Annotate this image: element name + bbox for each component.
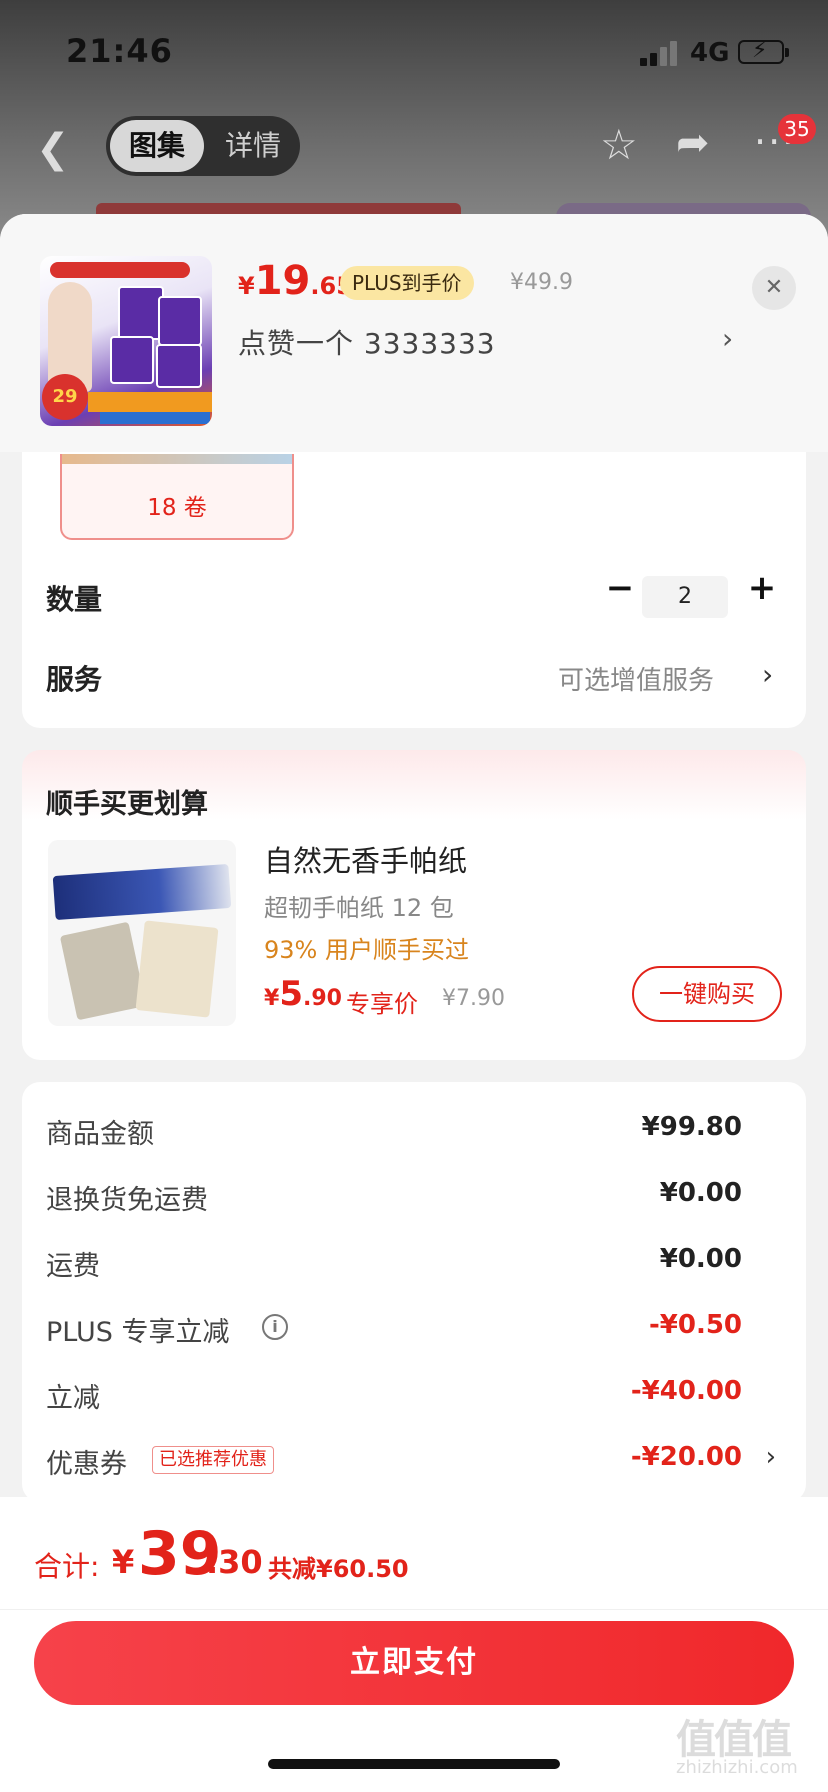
share-icon[interactable]: ➦ bbox=[676, 120, 710, 166]
tab-gallery[interactable]: 图集 bbox=[110, 120, 204, 172]
service-label: 服务 bbox=[46, 663, 103, 696]
one-click-buy-button[interactable]: 一键购买 bbox=[632, 966, 782, 1022]
total-amount-dec: .30 bbox=[206, 1543, 263, 1581]
product-header: 29 ¥19.65 PLUS到手价 ¥49.9 点赞一个 3333333 › ✕ bbox=[0, 214, 828, 452]
close-icon[interactable]: ✕ bbox=[752, 266, 796, 310]
summary-row: 退换货免运费 ¥0.00 bbox=[46, 1178, 742, 1216]
product-price: ¥19.65 bbox=[238, 258, 353, 304]
spec-option-selected[interactable]: 18 卷 bbox=[60, 454, 294, 540]
chevron-right-icon[interactable]: › bbox=[722, 322, 733, 355]
bundle-product-name[interactable]: 自然无香手帕纸 bbox=[264, 838, 467, 880]
status-bar: 21:46 4G ⚡ bbox=[0, 0, 828, 100]
bundle-original-price: ¥7.90 bbox=[442, 986, 505, 1011]
total-currency: ¥ bbox=[112, 1543, 135, 1581]
bundle-card: 顺手买更划算 自然无香手帕纸 超韧手帕纸 12 包 93% 用户顺手买过 ¥5.… bbox=[22, 750, 806, 1060]
total-saving: 共减¥60.50 bbox=[268, 1555, 409, 1583]
summary-row: PLUS 专享立减 i -¥0.50 bbox=[46, 1310, 742, 1348]
chevron-right-icon[interactable]: › bbox=[762, 658, 773, 691]
view-switch: 图集 详情 bbox=[106, 116, 300, 176]
price-summary-card: 商品金额 ¥99.80 退换货免运费 ¥0.00 运费 ¥0.00 PLUS 专… bbox=[22, 1082, 806, 1502]
home-indicator bbox=[268, 1759, 560, 1769]
message-count-badge: 35 bbox=[778, 114, 816, 144]
minus-icon[interactable]: − bbox=[598, 566, 642, 610]
watermark: 值值值 zhizhizhi.com bbox=[676, 1717, 798, 1778]
bundle-product-image[interactable] bbox=[48, 840, 236, 1026]
back-icon[interactable]: ❮ bbox=[36, 126, 70, 172]
summary-row: 商品金额 ¥99.80 bbox=[46, 1112, 742, 1150]
chevron-right-icon[interactable]: › bbox=[766, 1442, 776, 1472]
quantity-input[interactable]: 2 bbox=[642, 576, 728, 618]
product-nav-bar: ❮ 图集 详情 ☆ ➦ ··· 35 bbox=[0, 112, 828, 182]
plus-price-badge: PLUS到手价 bbox=[340, 266, 474, 300]
total-label: 合计: bbox=[34, 1550, 100, 1583]
product-thumbnail: 29 bbox=[40, 256, 212, 426]
tab-details[interactable]: 详情 bbox=[210, 120, 296, 172]
signal-icon bbox=[640, 40, 680, 66]
pay-now-button[interactable]: 立即支付 bbox=[34, 1621, 794, 1705]
network-label: 4G bbox=[690, 38, 730, 68]
original-price: ¥49.9 bbox=[510, 270, 573, 295]
star-icon[interactable]: ☆ bbox=[600, 120, 638, 169]
plus-icon[interactable]: + bbox=[740, 566, 784, 610]
quantity-label: 数量 bbox=[46, 583, 103, 616]
checkout-bar: 合计: ¥ 39 .30 共减¥60.50 立即支付 值值值 zhizhizhi… bbox=[0, 1497, 828, 1792]
summary-row: 立减 -¥40.00 bbox=[46, 1376, 742, 1414]
service-value[interactable]: 可选增值服务 bbox=[558, 660, 714, 697]
status-time: 21:46 bbox=[66, 32, 173, 70]
battery-icon: ⚡ bbox=[738, 38, 789, 64]
selected-spec[interactable]: 点赞一个 3333333 bbox=[238, 322, 496, 362]
coupon-selected-tag: 已选推荐优惠 bbox=[152, 1446, 274, 1474]
bundle-title: 顺手买更划算 bbox=[46, 789, 208, 820]
bundle-price-tag: 专享价 bbox=[346, 990, 418, 1018]
bundle-price: ¥5.90 bbox=[264, 974, 342, 1014]
bundle-product-subtitle: 超韧手帕纸 12 包 bbox=[264, 894, 454, 922]
spec-option-label: 18 卷 bbox=[147, 495, 207, 521]
info-icon[interactable]: i bbox=[262, 1314, 288, 1340]
bundle-purchase-rate: 93% 用户顺手买过 bbox=[264, 936, 469, 964]
coupon-row[interactable]: 优惠券 已选推荐优惠 -¥20.00 › bbox=[22, 1430, 806, 1490]
summary-row: 运费 ¥0.00 bbox=[46, 1244, 742, 1282]
divider bbox=[0, 1609, 828, 1610]
